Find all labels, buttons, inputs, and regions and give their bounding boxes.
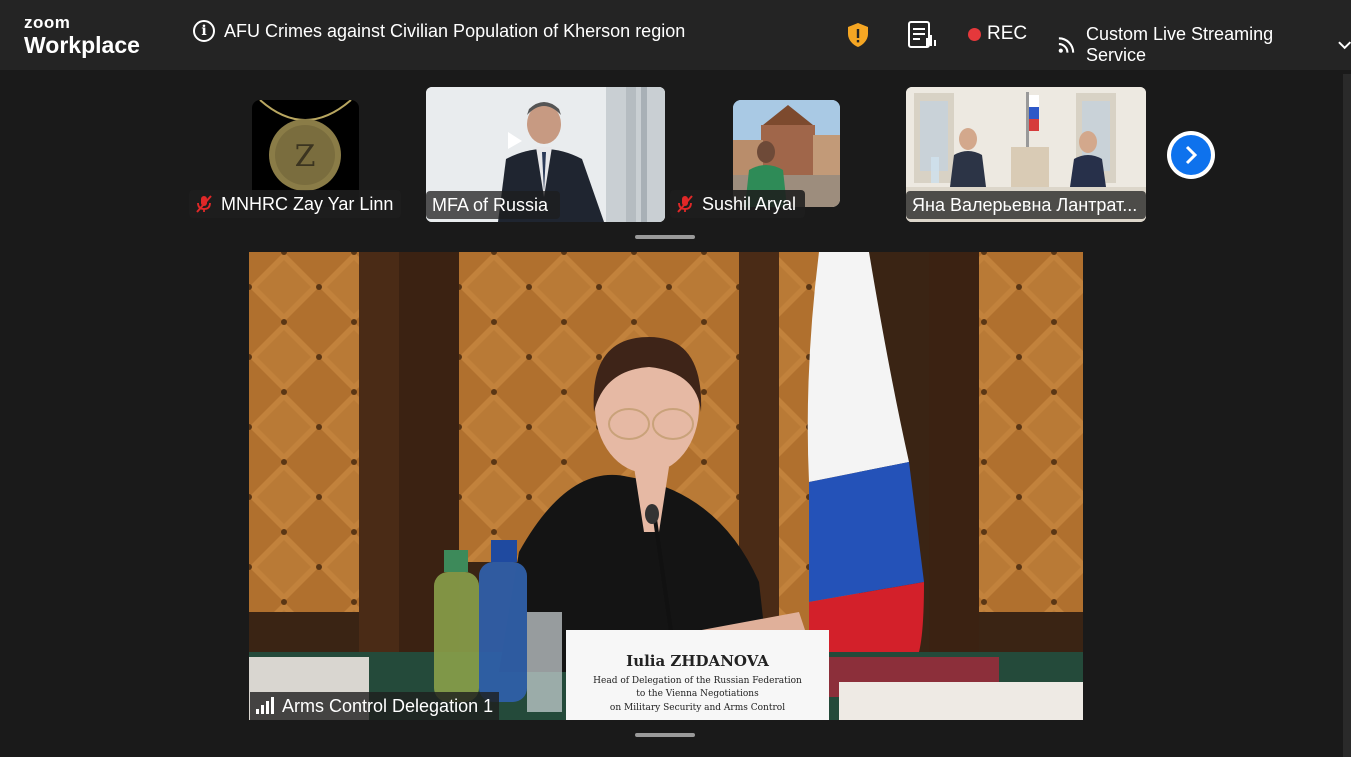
main-speaker-video[interactable]: Iulia ZHDANOVA Head of Delegation of the… <box>249 252 1083 720</box>
chevron-right-icon <box>1171 135 1211 175</box>
nameplate-line2: to the Vienna Negotiations <box>636 689 759 699</box>
transcript-icon[interactable] <box>906 20 936 55</box>
recording-indicator[interactable]: REC <box>968 23 1027 45</box>
mic-muted-icon <box>196 195 212 213</box>
speaker-video-frame <box>249 252 1083 720</box>
participant-name: MFA of Russia <box>432 194 549 215</box>
thumbnail-resize-handle[interactable] <box>635 235 695 239</box>
participant-tile-1[interactable]: MNHRC Zay Yar Linn <box>189 190 401 218</box>
main-speaker-name: Arms Control Delegation 1 <box>282 695 494 716</box>
participant-name-tag: Яна Валерьевна Лантрат... <box>906 191 1146 219</box>
participant-name: MNHRC Zay Yar Linn <box>221 193 394 214</box>
nameplate-line3: on Military Security and Arms Control <box>609 703 786 713</box>
stream-label: Custom Live Streaming Service <box>1086 24 1274 65</box>
logo-line2: Workplace <box>24 32 140 58</box>
live-stream-icon <box>1058 37 1075 53</box>
top-bar: zoom Workplace i AFU Crimes against Civi… <box>0 0 1351 70</box>
svg-text:Z: Z <box>295 139 316 174</box>
participant-tile-2[interactable]: MFA of Russia <box>426 87 665 222</box>
record-dot-icon <box>968 27 981 41</box>
participant-name-tag: MFA of Russia <box>426 191 560 219</box>
security-shield-icon[interactable] <box>846 22 870 53</box>
zoom-workplace-logo: zoom Workplace <box>24 13 140 59</box>
participant-tile-4[interactable]: Яна Валерьевна Лантрат... <box>906 87 1146 222</box>
logo-line1: zoom <box>24 13 71 32</box>
meeting-title: AFU Crimes against Civilian Population o… <box>224 20 686 41</box>
nameplate-line1: Head of Delegation of the Russian Federa… <box>593 676 802 686</box>
vertical-scrollbar[interactable] <box>1343 74 1351 757</box>
rec-label: REC <box>987 23 1028 44</box>
mic-muted-icon <box>677 195 693 213</box>
main-speaker-name-tag: Arms Control Delegation 1 <box>250 692 500 720</box>
participant-name: Sushil Aryal <box>702 193 797 214</box>
live-streaming-menu[interactable]: Custom Live Streaming Service <box>1057 24 1351 66</box>
chevron-down-icon <box>1337 41 1351 50</box>
meeting-info[interactable]: i AFU Crimes against Civilian Population… <box>193 20 685 42</box>
signal-strength-icon <box>256 697 274 714</box>
nameplate-name: Iulia ZHDANOVA <box>626 652 769 670</box>
participant-tile-3[interactable]: Sushil Aryal <box>670 190 805 218</box>
next-page-button[interactable] <box>1167 131 1215 179</box>
participant-name: Яна Валерьевна Лантрат... <box>912 194 1138 215</box>
info-icon[interactable]: i <box>193 20 215 42</box>
video-resize-handle[interactable] <box>635 733 695 737</box>
